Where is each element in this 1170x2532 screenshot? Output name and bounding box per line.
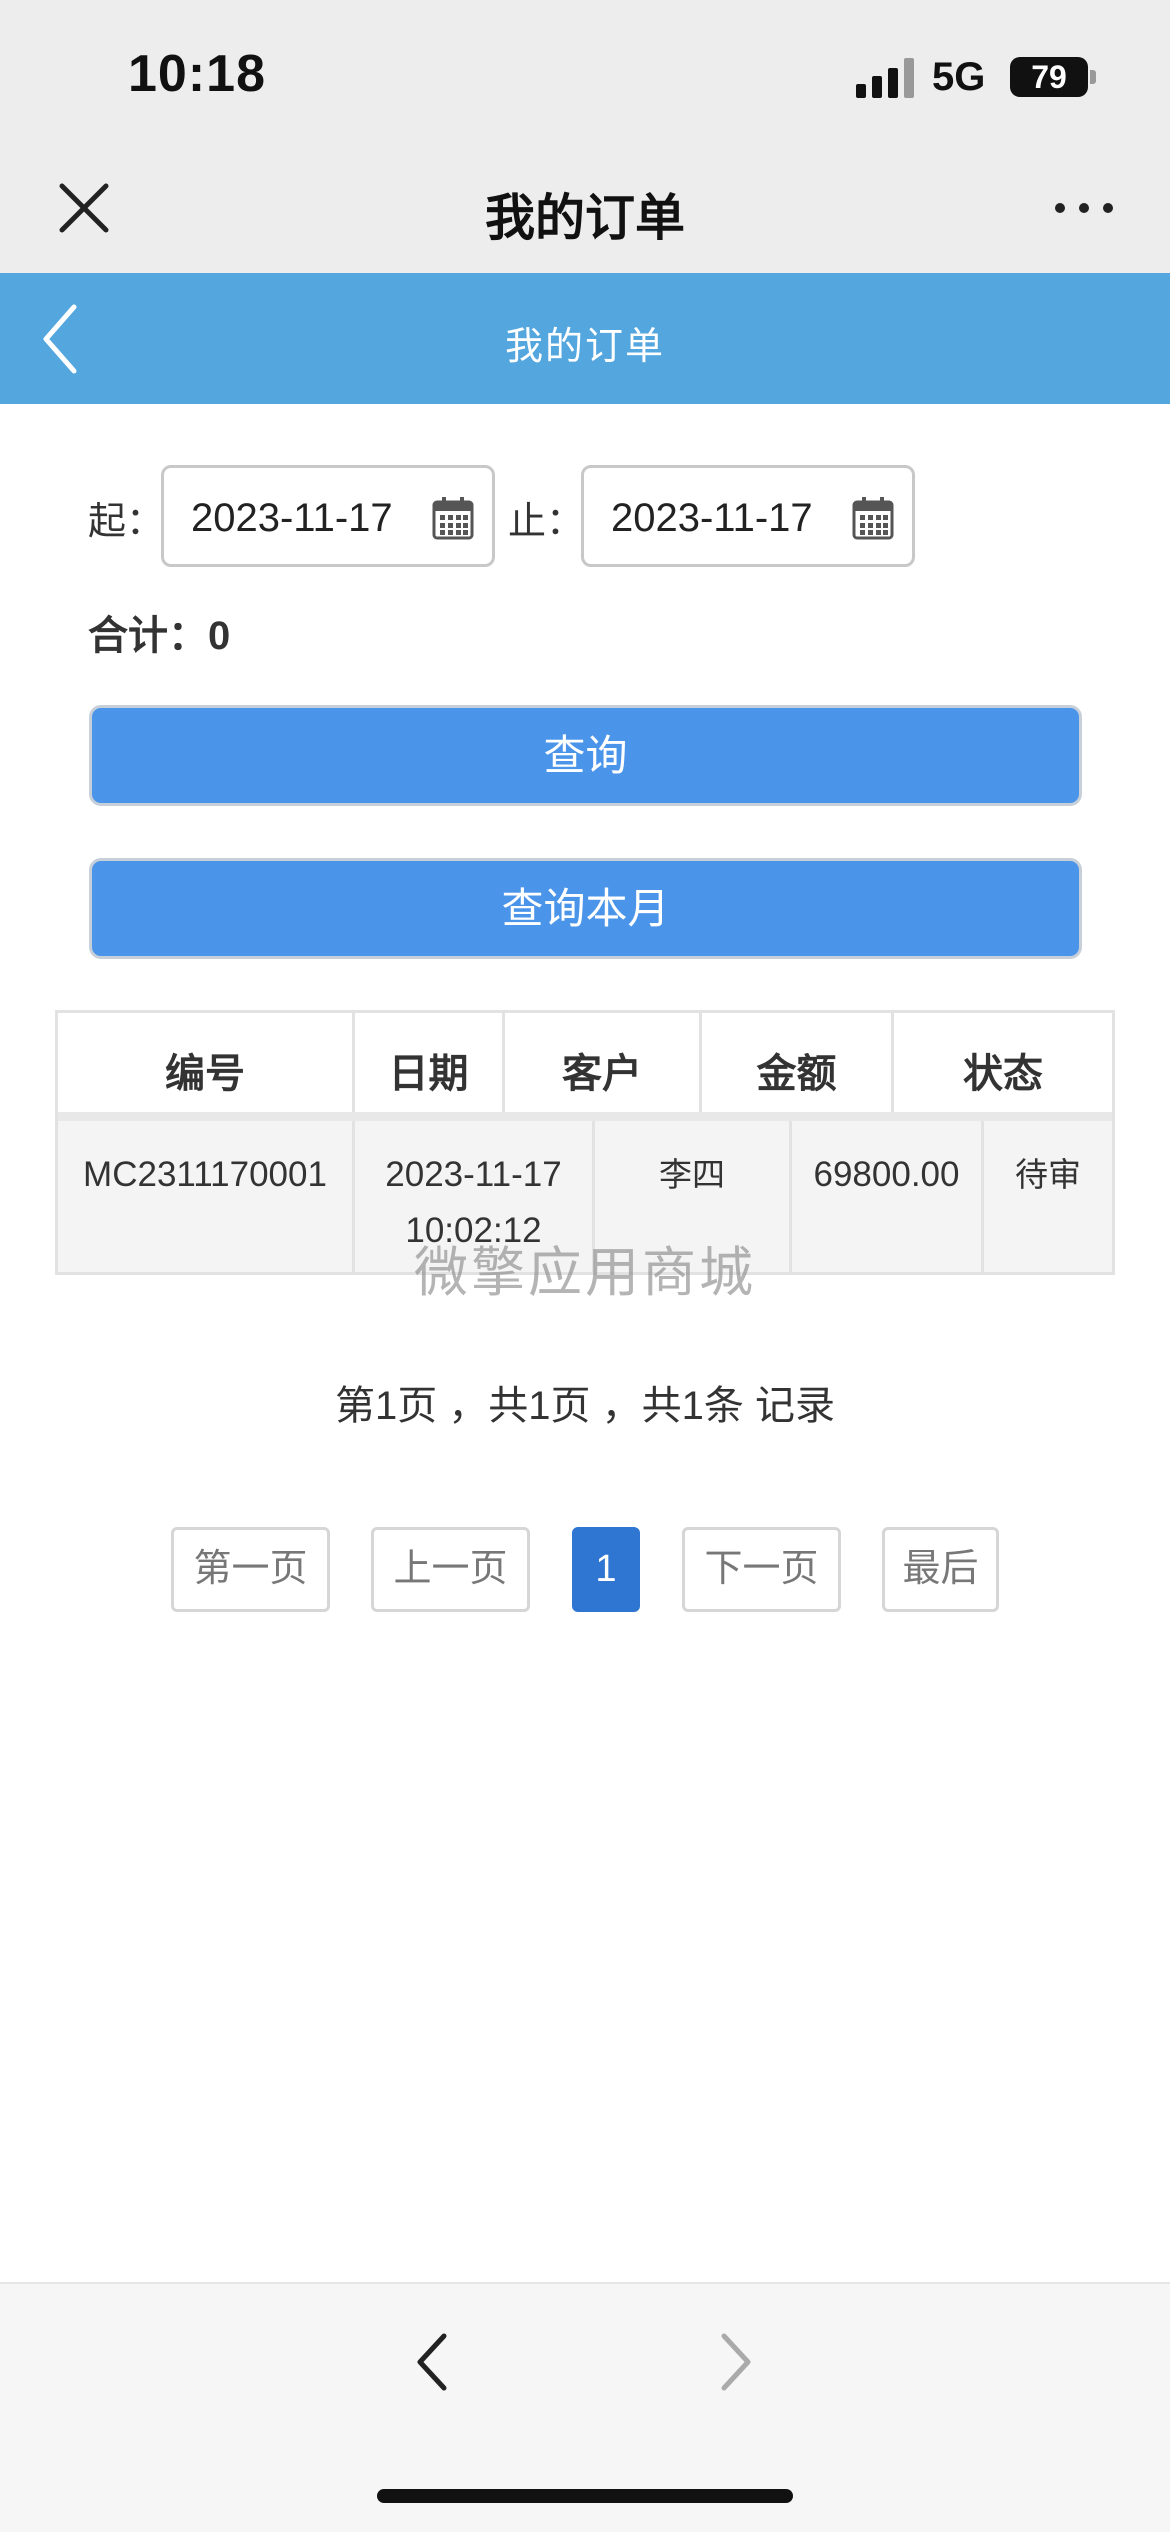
column-header-status: 状态 (963, 1052, 1043, 1096)
status-time: 10:18 (128, 45, 266, 103)
column-header-id: 编号 (58, 1013, 355, 1112)
column-header-amount: 金额 (702, 1013, 894, 1112)
chevron-right-icon[interactable] (716, 2330, 756, 2394)
end-date-value: 2023-11-17 (611, 496, 813, 540)
signal-icon (856, 58, 916, 98)
nav-bar: 我的订单 (0, 140, 1170, 273)
calendar-icon[interactable] (852, 496, 894, 540)
cell-date-day: 2023-11-17 (385, 1155, 562, 1194)
start-date-field[interactable]: 2023-11-17 (161, 465, 495, 567)
page-title: 我的订单 (504, 326, 665, 368)
table-header: 编号 日期 客户 金额 状态 (58, 1013, 1112, 1121)
battery-icon: 79 (1010, 57, 1088, 97)
start-date-label: 起： (88, 501, 165, 543)
calendar-icon[interactable] (432, 496, 474, 540)
more-dots-icon[interactable] (1052, 196, 1116, 220)
end-date-field[interactable]: 2023-11-17 (581, 465, 915, 567)
start-date-value: 2023-11-17 (191, 496, 393, 540)
last-page-button[interactable]: 最后 (882, 1527, 999, 1612)
pagination-info: 第1页 ，共1页 ，共1条 记录 (334, 1384, 836, 1428)
query-button[interactable]: 查询 (89, 705, 1082, 806)
home-indicator (377, 2489, 793, 2503)
next-page-button[interactable]: 下一页 (682, 1527, 841, 1612)
current-page-button[interactable]: 1 (572, 1527, 640, 1612)
query-month-button[interactable]: 查询本月 (89, 858, 1082, 959)
end-date-label: 止： (508, 501, 585, 543)
status-bar: 10:18 5G 79 (0, 0, 1170, 140)
first-page-button[interactable]: 第一页 (171, 1527, 330, 1612)
chevron-left-icon[interactable] (412, 2330, 452, 2394)
column-header-customer: 客户 (505, 1013, 702, 1112)
column-header-date: 日期 (355, 1013, 505, 1112)
network-label: 5G (932, 55, 986, 99)
prev-page-button[interactable]: 上一页 (371, 1527, 530, 1612)
battery-tip (1090, 70, 1096, 84)
page-header: 我的订单 (0, 273, 1170, 404)
nav-title: 我的订单 (485, 190, 685, 246)
total-count: 合计：0 (88, 614, 231, 658)
watermark: 微擎应用商城 (414, 1243, 756, 1303)
